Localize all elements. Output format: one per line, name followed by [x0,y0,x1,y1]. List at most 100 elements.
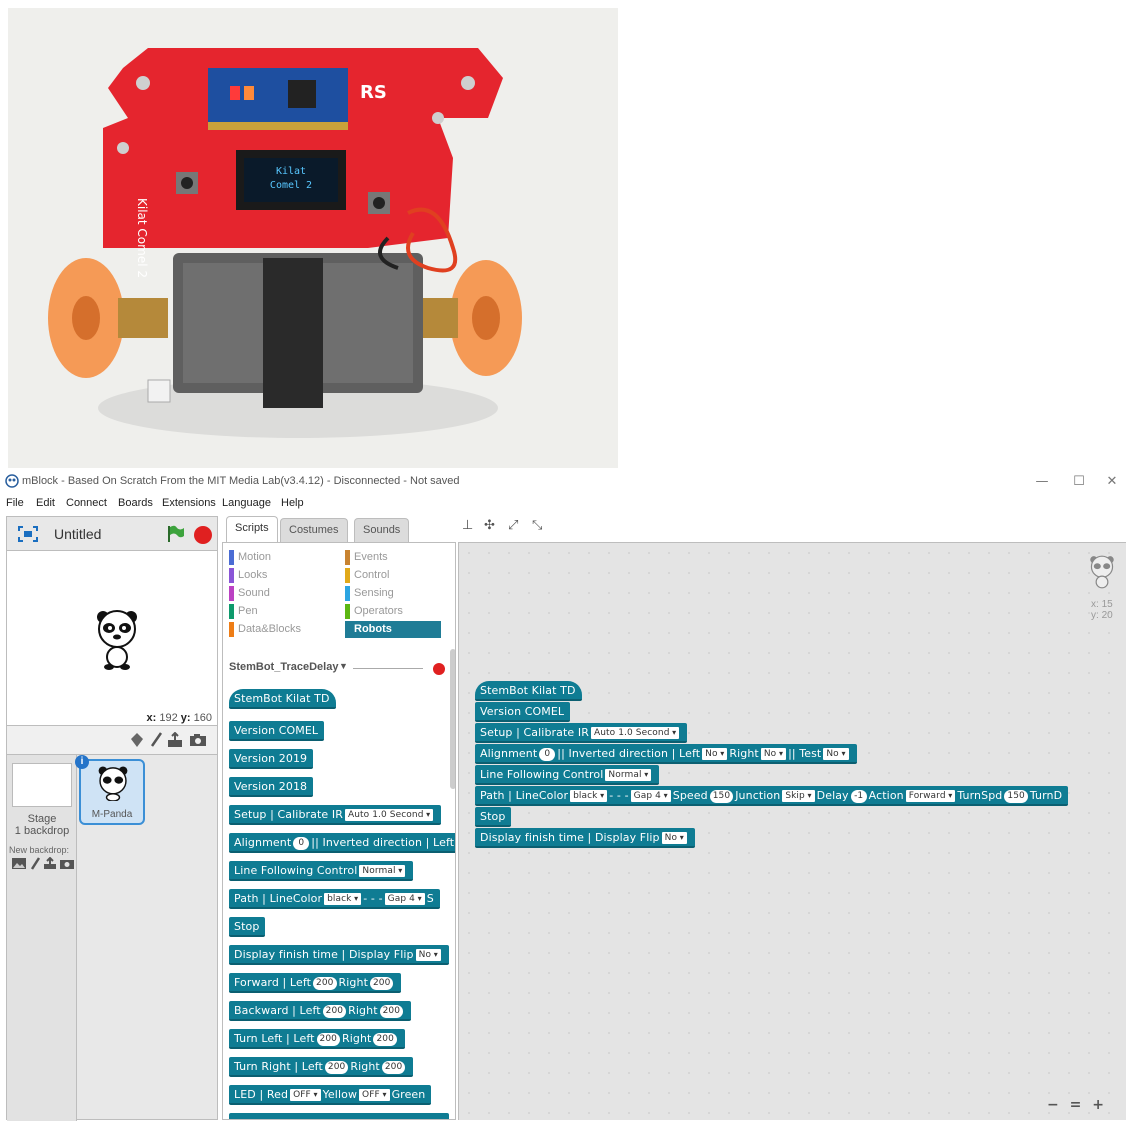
backward-left-input[interactable]: 200 [322,1005,347,1018]
category-robots[interactable]: Robots [345,621,441,638]
project-name[interactable]: Untitled [54,526,101,542]
category-sensing[interactable]: Sensing [345,585,445,602]
category-pen[interactable]: Pen [229,603,329,620]
turnright-left-input[interactable]: 200 [324,1061,349,1074]
turnleft-right-input[interactable]: 200 [373,1033,397,1046]
script-left-dropdown[interactable]: No [702,748,728,760]
block-version-comel[interactable]: Version COMEL [229,721,325,741]
script-action-dropdown[interactable]: Forward [905,790,956,802]
script-area[interactable]: x: 15 y: 20 StemBot Kilat TD Version COM… [458,542,1126,1120]
category-data-blocks[interactable]: Data&Blocks [229,621,329,638]
block-alignment[interactable]: Alignment 0 || Inverted direction | Left [229,833,455,853]
paint-backdrop-icon[interactable] [29,857,41,870]
block-partial[interactable] [229,1113,449,1119]
stop-icon[interactable] [193,525,213,545]
upload-sprite-icon[interactable] [167,732,183,748]
script-version-comel[interactable]: Version COMEL [475,702,571,722]
lfc-dropdown[interactable]: Normal [359,865,406,877]
led-yellow-dropdown[interactable]: OFF [359,1089,390,1101]
block-turn-left[interactable]: Turn Left | Left 200 Right 200 [229,1029,405,1049]
script-linecolor-dropdown[interactable]: black [570,790,608,802]
block-turn-right[interactable]: Turn Right | Left 200 Right 200 [229,1057,414,1077]
category-operators[interactable]: Operators [345,603,445,620]
forward-right-input[interactable]: 200 [369,977,394,990]
minimize-button[interactable]: — [1030,472,1054,492]
forward-left-input[interactable]: 200 [313,977,337,990]
backdrop-library-icon[interactable] [11,857,27,870]
green-flag-icon[interactable] [165,524,185,544]
close-button[interactable]: ✕ [1100,472,1124,492]
gap-dropdown[interactable]: Gap 4 [384,893,425,905]
script-line-following-control[interactable]: Line Following Control Normal [475,765,660,785]
menu-file[interactable]: File [6,497,24,509]
tab-costumes[interactable]: Costumes [280,518,348,542]
menu-edit[interactable]: Edit [36,497,55,509]
script-delay-input[interactable]: -1 [850,790,867,803]
script-speed-input[interactable]: 150 [709,790,734,803]
category-looks[interactable]: Looks [229,567,329,584]
backward-right-input[interactable]: 200 [379,1005,404,1018]
linecolor-dropdown[interactable]: black [324,893,362,905]
block-backward[interactable]: Backward | Left 200 Right 200 [229,1001,412,1021]
script-display-flip-dropdown[interactable]: No [661,832,687,844]
maximize-button[interactable]: ☐ [1067,472,1091,492]
category-sound[interactable]: Sound [229,585,329,602]
led-red-dropdown[interactable]: OFF [290,1089,321,1101]
shrink-icon[interactable]: ⤡ [532,518,542,533]
duplicate-icon[interactable]: ⊥ [462,518,473,533]
block-forward[interactable]: Forward | Left 200 Right 200 [229,973,402,993]
zoom-in-icon[interactable]: + [1092,1097,1104,1113]
block-stembot-kilat-td[interactable]: StemBot Kilat TD [229,689,336,709]
zoom-out-icon[interactable]: − [1047,1097,1059,1113]
script-setup[interactable]: Setup | Calibrate IR Auto 1.0 Second [475,723,688,743]
info-icon[interactable]: i [75,755,89,769]
script-alignment[interactable]: Alignment 0 || Inverted direction | Left No… [475,744,857,764]
fullscreen-icon[interactable] [17,525,39,543]
script-test-dropdown[interactable]: No [823,748,849,760]
script-display-finish-time[interactable]: Display finish time | Display Flip No [475,828,695,848]
block-line-following-control[interactable]: Line Following Control Normal [229,861,414,881]
script-right-dropdown[interactable]: No [760,748,787,760]
menu-help[interactable]: Help [281,497,304,509]
extension-name[interactable]: StemBot_TraceDelay [229,661,338,673]
category-motion[interactable]: Motion [229,549,329,566]
script-path[interactable]: Path | LineColorblack- - -Gap 4Speed150J… [475,786,1069,806]
calibrate-dropdown[interactable]: Auto 1.0 Second [344,809,434,821]
sprite-thumbnail[interactable]: i M-Panda [75,755,145,825]
menu-connect[interactable]: Connect [66,497,107,509]
upload-backdrop-icon[interactable] [43,857,57,870]
panda-sprite-icon[interactable] [95,609,139,671]
camera-backdrop-icon[interactable] [59,857,75,870]
category-events[interactable]: Events [345,549,445,566]
display-flip-dropdown[interactable]: No [415,949,441,961]
category-control[interactable]: Control [345,567,445,584]
stage-canvas[interactable] [6,550,218,726]
grow-icon[interactable]: ⤢ [508,518,518,533]
script-alignment-input[interactable]: 0 [539,748,556,761]
menu-boards[interactable]: Boards [118,497,153,509]
camera-sprite-icon[interactable] [189,733,207,747]
block-led[interactable]: LED | RedOFFYellowOFFGreen [229,1085,432,1105]
block-stop[interactable]: Stop [229,917,266,937]
alignment-input[interactable]: 0 [293,837,310,850]
script-junction-dropdown[interactable]: Skip [782,790,815,802]
script-turnspd-input[interactable]: 150 [1004,790,1028,803]
script-calibrate-dropdown[interactable]: Auto 1.0 Second [590,727,680,739]
zoom-reset-icon[interactable]: = [1070,1097,1082,1113]
block-version-2018[interactable]: Version 2018 [229,777,314,797]
delete-icon[interactable]: ✣ [484,518,495,533]
turnright-right-input[interactable]: 200 [381,1061,406,1074]
block-path[interactable]: Path | LineColorblack- - -Gap 4S [229,889,440,909]
script-lfc-dropdown[interactable]: Normal [605,769,652,781]
script-stop[interactable]: Stop [475,807,512,827]
tab-sounds[interactable]: Sounds [354,518,410,542]
script-stembot-kilat-td[interactable]: StemBot Kilat TD [475,681,582,701]
menu-extensions[interactable]: Extensions [162,497,216,509]
block-setup[interactable]: Setup | Calibrate IR Auto 1.0 Second [229,805,442,825]
choose-sprite-icon[interactable] [129,732,145,748]
tab-scripts[interactable]: Scripts [226,516,278,542]
paint-sprite-icon[interactable] [149,732,163,748]
block-version-2019[interactable]: Version 2019 [229,749,314,769]
block-display-finish-time[interactable]: Display finish time | Display Flip No [229,945,449,965]
script-gap-dropdown[interactable]: Gap 4 [630,790,671,802]
